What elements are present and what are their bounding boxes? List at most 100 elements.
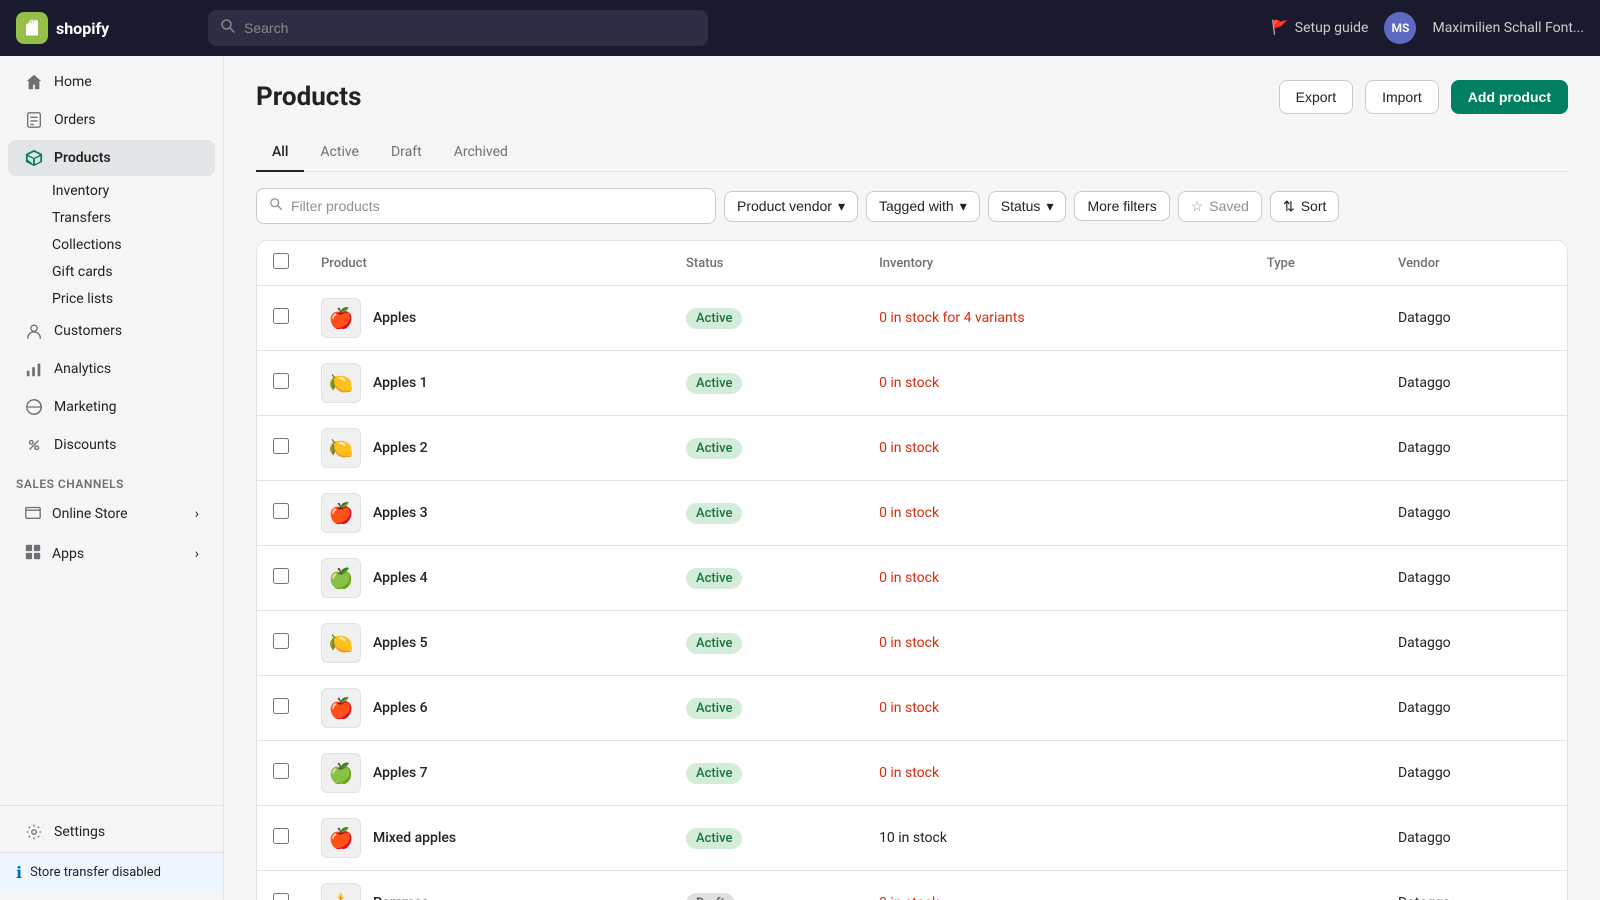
table-row[interactable]: 🍎 Apples 3 Active 0 in stock Dataggo [257, 481, 1567, 546]
product-name: Apples 7 [373, 765, 428, 781]
inventory-value: 0 in stock [879, 765, 939, 781]
sidebar-item-online-store[interactable]: Online Store › [8, 495, 215, 533]
row-checkbox[interactable] [273, 893, 289, 900]
product-vendor-filter[interactable]: Product vendor ▾ [724, 191, 858, 222]
star-icon: ☆ [1191, 198, 1204, 215]
sidebar-item-customers[interactable]: Customers [8, 313, 215, 349]
table-row[interactable]: 🍎 Apples 6 Active 0 in stock Dataggo [257, 676, 1567, 741]
table-row[interactable]: 🍋 Apples 2 Active 0 in stock Dataggo [257, 416, 1567, 481]
table-row[interactable]: 🍎 Apples Active 0 in stock for 4 variant… [257, 286, 1567, 351]
select-all-checkbox[interactable] [273, 253, 289, 269]
search-input[interactable] [244, 20, 696, 36]
sidebar-item-inventory[interactable]: Inventory [44, 178, 215, 204]
sort-button[interactable]: ⇅ Sort [1270, 191, 1339, 222]
table-row[interactable]: 🍋 Apples 5 Active 0 in stock Dataggo [257, 611, 1567, 676]
row-checkbox[interactable] [273, 308, 289, 324]
tab-active[interactable]: Active [304, 134, 375, 172]
vendor-cell: Dataggo [1382, 676, 1567, 741]
product-tabs: All Active Draft Archived [256, 134, 1568, 172]
add-product-button[interactable]: Add product [1451, 80, 1568, 114]
row-checkbox[interactable] [273, 763, 289, 779]
status-badge: Active [686, 763, 742, 784]
product-column-header: Product [305, 241, 670, 286]
row-checkbox-cell [257, 286, 305, 351]
sidebar-item-settings[interactable]: Settings [8, 814, 215, 850]
sidebar-sub-nav: Inventory Transfers Collections Gift car… [0, 178, 223, 313]
table-row[interactable]: 🕯️ Pommes Draft 0 in stock Dataggo [257, 871, 1567, 900]
online-store-label: Online Store [52, 506, 128, 522]
vendor-value: Dataggo [1398, 570, 1451, 586]
filter-search-icon [269, 197, 283, 215]
table-row[interactable]: 🍏 Apples 4 Active 0 in stock Dataggo [257, 546, 1567, 611]
product-thumbnail: 🍋 [321, 428, 361, 468]
row-checkbox[interactable] [273, 633, 289, 649]
import-button[interactable]: Import [1365, 80, 1439, 114]
tab-all[interactable]: All [256, 134, 304, 172]
apps-icon [24, 543, 42, 565]
status-badge: Active [686, 438, 742, 459]
product-cell: 🍎 Apples 3 [305, 481, 670, 546]
product-name: Apples 1 [373, 375, 428, 391]
apps-label: Apps [52, 546, 84, 562]
status-cell: Active [670, 741, 863, 806]
tab-draft[interactable]: Draft [375, 134, 438, 172]
table-row[interactable]: 🍎 Mixed apples Active 10 in stock Datagg… [257, 806, 1567, 871]
status-badge: Active [686, 308, 742, 329]
saved-button[interactable]: ☆ Saved [1178, 191, 1262, 222]
type-cell [1251, 416, 1382, 481]
sidebar-item-gift-cards[interactable]: Gift cards [44, 259, 215, 285]
sort-label: Sort [1301, 198, 1327, 214]
type-cell [1251, 286, 1382, 351]
sidebar-item-home-label: Home [54, 74, 92, 90]
sidebar-item-collections[interactable]: Collections [44, 232, 215, 258]
sidebar-item-analytics-label: Analytics [54, 361, 111, 377]
filter-products-input[interactable] [291, 198, 703, 214]
row-checkbox[interactable] [273, 698, 289, 714]
status-filter[interactable]: Status ▾ [988, 191, 1067, 222]
row-checkbox[interactable] [273, 568, 289, 584]
row-checkbox[interactable] [273, 503, 289, 519]
sidebar-item-price-lists[interactable]: Price lists [44, 286, 215, 312]
export-button[interactable]: Export [1279, 80, 1353, 114]
flag-icon: 🚩 [1271, 20, 1288, 36]
sidebar-item-products[interactable]: Products [8, 140, 215, 176]
row-checkbox[interactable] [273, 438, 289, 454]
sidebar-item-apps[interactable]: Apps › [8, 535, 215, 573]
product-name: Pommes [373, 895, 429, 900]
row-checkbox[interactable] [273, 828, 289, 844]
sidebar-item-orders[interactable]: Orders [8, 102, 215, 138]
status-badge: Active [686, 828, 742, 849]
logo-area[interactable]: shopify [16, 12, 196, 44]
product-thumbnail: 🍎 [321, 298, 361, 338]
inventory-value: 10 in stock [879, 830, 947, 846]
marketing-icon [24, 397, 44, 417]
table-row[interactable]: 🍏 Apples 7 Active 0 in stock Dataggo [257, 741, 1567, 806]
vendor-cell: Dataggo [1382, 741, 1567, 806]
search-bar[interactable] [208, 10, 708, 46]
apps-chevron-icon: › [195, 546, 199, 562]
discounts-icon [24, 435, 44, 455]
vendor-cell: Dataggo [1382, 611, 1567, 676]
setup-guide[interactable]: 🚩 Setup guide [1271, 20, 1368, 36]
type-cell [1251, 481, 1382, 546]
table-row[interactable]: 🍋 Apples 1 Active 0 in stock Dataggo [257, 351, 1567, 416]
sidebar-item-marketing[interactable]: Marketing [8, 389, 215, 425]
sidebar-item-orders-label: Orders [54, 112, 96, 128]
status-label: Status [1001, 198, 1041, 214]
inventory-cell: 0 in stock for 4 variants [863, 286, 1251, 351]
more-filters-button[interactable]: More filters [1074, 191, 1169, 221]
inventory-cell: 0 in stock [863, 676, 1251, 741]
status-chevron-icon: ▾ [1046, 198, 1053, 215]
tab-archived[interactable]: Archived [438, 134, 524, 172]
avatar[interactable]: MS [1384, 12, 1416, 44]
sidebar-item-transfers[interactable]: Transfers [44, 205, 215, 231]
inventory-cell: 0 in stock [863, 481, 1251, 546]
type-cell [1251, 351, 1382, 416]
sidebar-item-home[interactable]: Home [8, 64, 215, 100]
sidebar-item-analytics[interactable]: Analytics [8, 351, 215, 387]
sidebar-item-discounts[interactable]: Discounts [8, 427, 215, 463]
tagged-with-filter[interactable]: Tagged with ▾ [866, 191, 980, 222]
vendor-value: Dataggo [1398, 700, 1451, 716]
row-checkbox[interactable] [273, 373, 289, 389]
filter-search[interactable] [256, 188, 716, 224]
